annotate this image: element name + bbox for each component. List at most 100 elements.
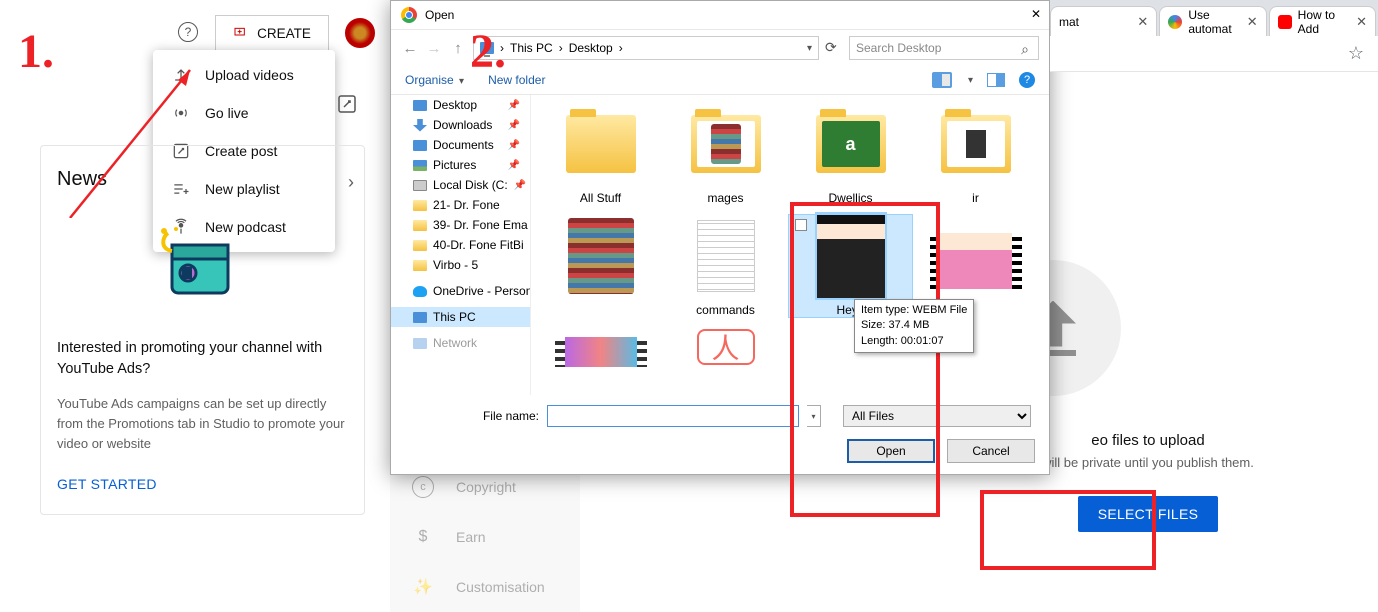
file-item[interactable] bbox=[539, 215, 662, 317]
annotation-label-1: 1. bbox=[18, 24, 54, 79]
close-tab-icon[interactable]: ✕ bbox=[1247, 14, 1258, 30]
file-item[interactable]: mages bbox=[664, 103, 787, 205]
tree-item[interactable]: Local Disk (C:📌 bbox=[391, 175, 530, 195]
tree-item[interactable]: 21- Dr. Fone bbox=[391, 195, 530, 215]
tree-item[interactable]: Downloads📌 bbox=[391, 115, 530, 135]
search-icon[interactable]: ⌕ bbox=[1021, 41, 1029, 58]
folder-icon bbox=[413, 220, 427, 231]
folder-tree: Desktop📌 Downloads📌 Documents📌 Pictures📌… bbox=[391, 95, 531, 395]
up-button[interactable]: ↑ bbox=[449, 39, 467, 57]
file-item[interactable]: All Stuff bbox=[539, 103, 662, 205]
view-mode-icon[interactable] bbox=[932, 72, 952, 88]
file-item[interactable]: 人 bbox=[664, 327, 787, 373]
onedrive-icon bbox=[413, 286, 427, 297]
forward-button[interactable]: → bbox=[425, 39, 443, 57]
browser-tab[interactable]: How to Add✕ bbox=[1269, 6, 1376, 36]
copyright-icon: c bbox=[412, 476, 434, 498]
filetype-select[interactable]: All Files bbox=[843, 405, 1031, 427]
browser-tab[interactable]: mat✕ bbox=[1050, 6, 1157, 36]
avatar[interactable] bbox=[345, 18, 375, 48]
news-body: YouTube Ads campaigns can be set up dire… bbox=[57, 394, 348, 454]
pin-icon: 📌 bbox=[514, 180, 526, 191]
star-icon[interactable]: ☆ bbox=[1348, 43, 1364, 64]
create-button-label: CREATE bbox=[257, 26, 311, 41]
filename-label: File name: bbox=[405, 409, 539, 423]
select-files-button[interactable]: SELECT FILES bbox=[1078, 496, 1219, 532]
checkbox[interactable] bbox=[795, 219, 807, 231]
tree-item[interactable]: Network bbox=[391, 333, 530, 353]
desktop-icon bbox=[413, 100, 427, 111]
help-icon[interactable]: ? bbox=[178, 22, 198, 42]
close-tab-icon[interactable]: ✕ bbox=[1137, 14, 1148, 30]
close-tab-icon[interactable]: ✕ bbox=[1356, 14, 1367, 30]
back-button[interactable]: ← bbox=[401, 39, 419, 57]
chevron-right-icon[interactable]: › bbox=[348, 172, 354, 193]
chevron-down-icon[interactable]: ▾ bbox=[807, 43, 812, 54]
annotation-label-2: 2. bbox=[470, 24, 506, 79]
google-icon bbox=[1168, 15, 1182, 29]
help-icon[interactable]: ? bbox=[1019, 72, 1035, 88]
youtube-icon bbox=[1278, 15, 1292, 29]
preview-pane-icon[interactable] bbox=[987, 73, 1005, 87]
browser-tab[interactable]: Use automat✕ bbox=[1159, 6, 1266, 36]
close-icon[interactable]: ✕ bbox=[1031, 7, 1041, 21]
get-started-link[interactable]: GET STARTED bbox=[57, 476, 348, 492]
news-card: News › Interested in promoting your chan… bbox=[40, 145, 365, 515]
disk-icon bbox=[413, 180, 427, 191]
promo-illustration bbox=[133, 215, 263, 315]
folder-icon bbox=[413, 200, 427, 211]
pin-icon: 📌 bbox=[508, 120, 520, 131]
chevron-down-icon[interactable]: ▾ bbox=[807, 405, 821, 427]
news-title: News bbox=[57, 168, 348, 191]
folder-icon bbox=[413, 240, 427, 251]
tree-item[interactable]: 40-Dr. Fone FitBi bbox=[391, 235, 530, 255]
tree-item[interactable]: Documents📌 bbox=[391, 135, 530, 155]
browser-tab-strip: mat✕ Use automat✕ How to Add✕ bbox=[1050, 0, 1378, 36]
tree-item[interactable]: Virbo - 5 bbox=[391, 255, 530, 275]
news-heading: Interested in promoting your channel wit… bbox=[57, 338, 348, 380]
download-icon bbox=[413, 119, 427, 132]
tree-item[interactable]: This PC bbox=[391, 307, 530, 327]
studio-left-nav: cCopyright $Earn ✨Customisation bbox=[390, 462, 580, 612]
dollar-icon: $ bbox=[412, 526, 434, 548]
menu-item-upload-videos[interactable]: Upload videos bbox=[153, 56, 335, 94]
document-icon bbox=[413, 140, 427, 151]
menu-item-label: Go live bbox=[205, 105, 249, 121]
edit-icon[interactable] bbox=[335, 92, 359, 116]
pin-icon: 📌 bbox=[508, 140, 520, 151]
breadcrumb-item[interactable]: Desktop bbox=[569, 41, 613, 55]
open-button[interactable]: Open bbox=[847, 439, 935, 463]
network-icon bbox=[413, 338, 427, 349]
folder-icon bbox=[413, 260, 427, 271]
refresh-icon[interactable]: ⟳ bbox=[825, 39, 843, 57]
file-item[interactable]: aDwellics bbox=[789, 103, 912, 205]
dialog-title: Open bbox=[425, 8, 454, 22]
wand-icon: ✨ bbox=[412, 576, 434, 598]
cancel-button[interactable]: Cancel bbox=[947, 439, 1035, 463]
tree-item[interactable]: Desktop📌 bbox=[391, 95, 530, 115]
pin-icon: 📌 bbox=[508, 160, 520, 171]
file-item[interactable] bbox=[539, 327, 662, 373]
pin-icon: 📌 bbox=[508, 100, 520, 111]
search-input[interactable]: Search Desktop bbox=[849, 36, 1039, 60]
pc-icon bbox=[413, 312, 427, 323]
tree-item[interactable]: 39- Dr. Fone Ema bbox=[391, 215, 530, 235]
menu-item-go-live[interactable]: Go live bbox=[153, 94, 335, 132]
browser-toolbar: ☆ bbox=[1050, 36, 1378, 72]
organise-button[interactable]: Organise ▾ bbox=[405, 73, 464, 87]
nav-earn[interactable]: $Earn bbox=[390, 512, 580, 562]
dialog-footer: File name: ▾ All Files Open Cancel bbox=[391, 395, 1049, 473]
breadcrumb-path[interactable]: › This PC › Desktop › ▾ bbox=[473, 36, 819, 60]
tree-item[interactable]: Pictures📌 bbox=[391, 155, 530, 175]
file-item[interactable]: ir bbox=[914, 103, 1037, 205]
tree-item[interactable]: OneDrive - Person bbox=[391, 281, 530, 301]
create-button[interactable]: CREATE bbox=[215, 15, 329, 51]
breadcrumb-item[interactable]: This PC bbox=[510, 41, 553, 55]
chrome-icon bbox=[401, 7, 417, 23]
nav-customisation[interactable]: ✨Customisation bbox=[390, 562, 580, 612]
filename-input[interactable] bbox=[547, 405, 799, 427]
file-tooltip: Item type: WEBM File Size: 37.4 MB Lengt… bbox=[854, 299, 974, 353]
pictures-icon bbox=[413, 160, 427, 171]
menu-item-label: Upload videos bbox=[205, 67, 294, 83]
file-item[interactable]: commands bbox=[664, 215, 787, 317]
